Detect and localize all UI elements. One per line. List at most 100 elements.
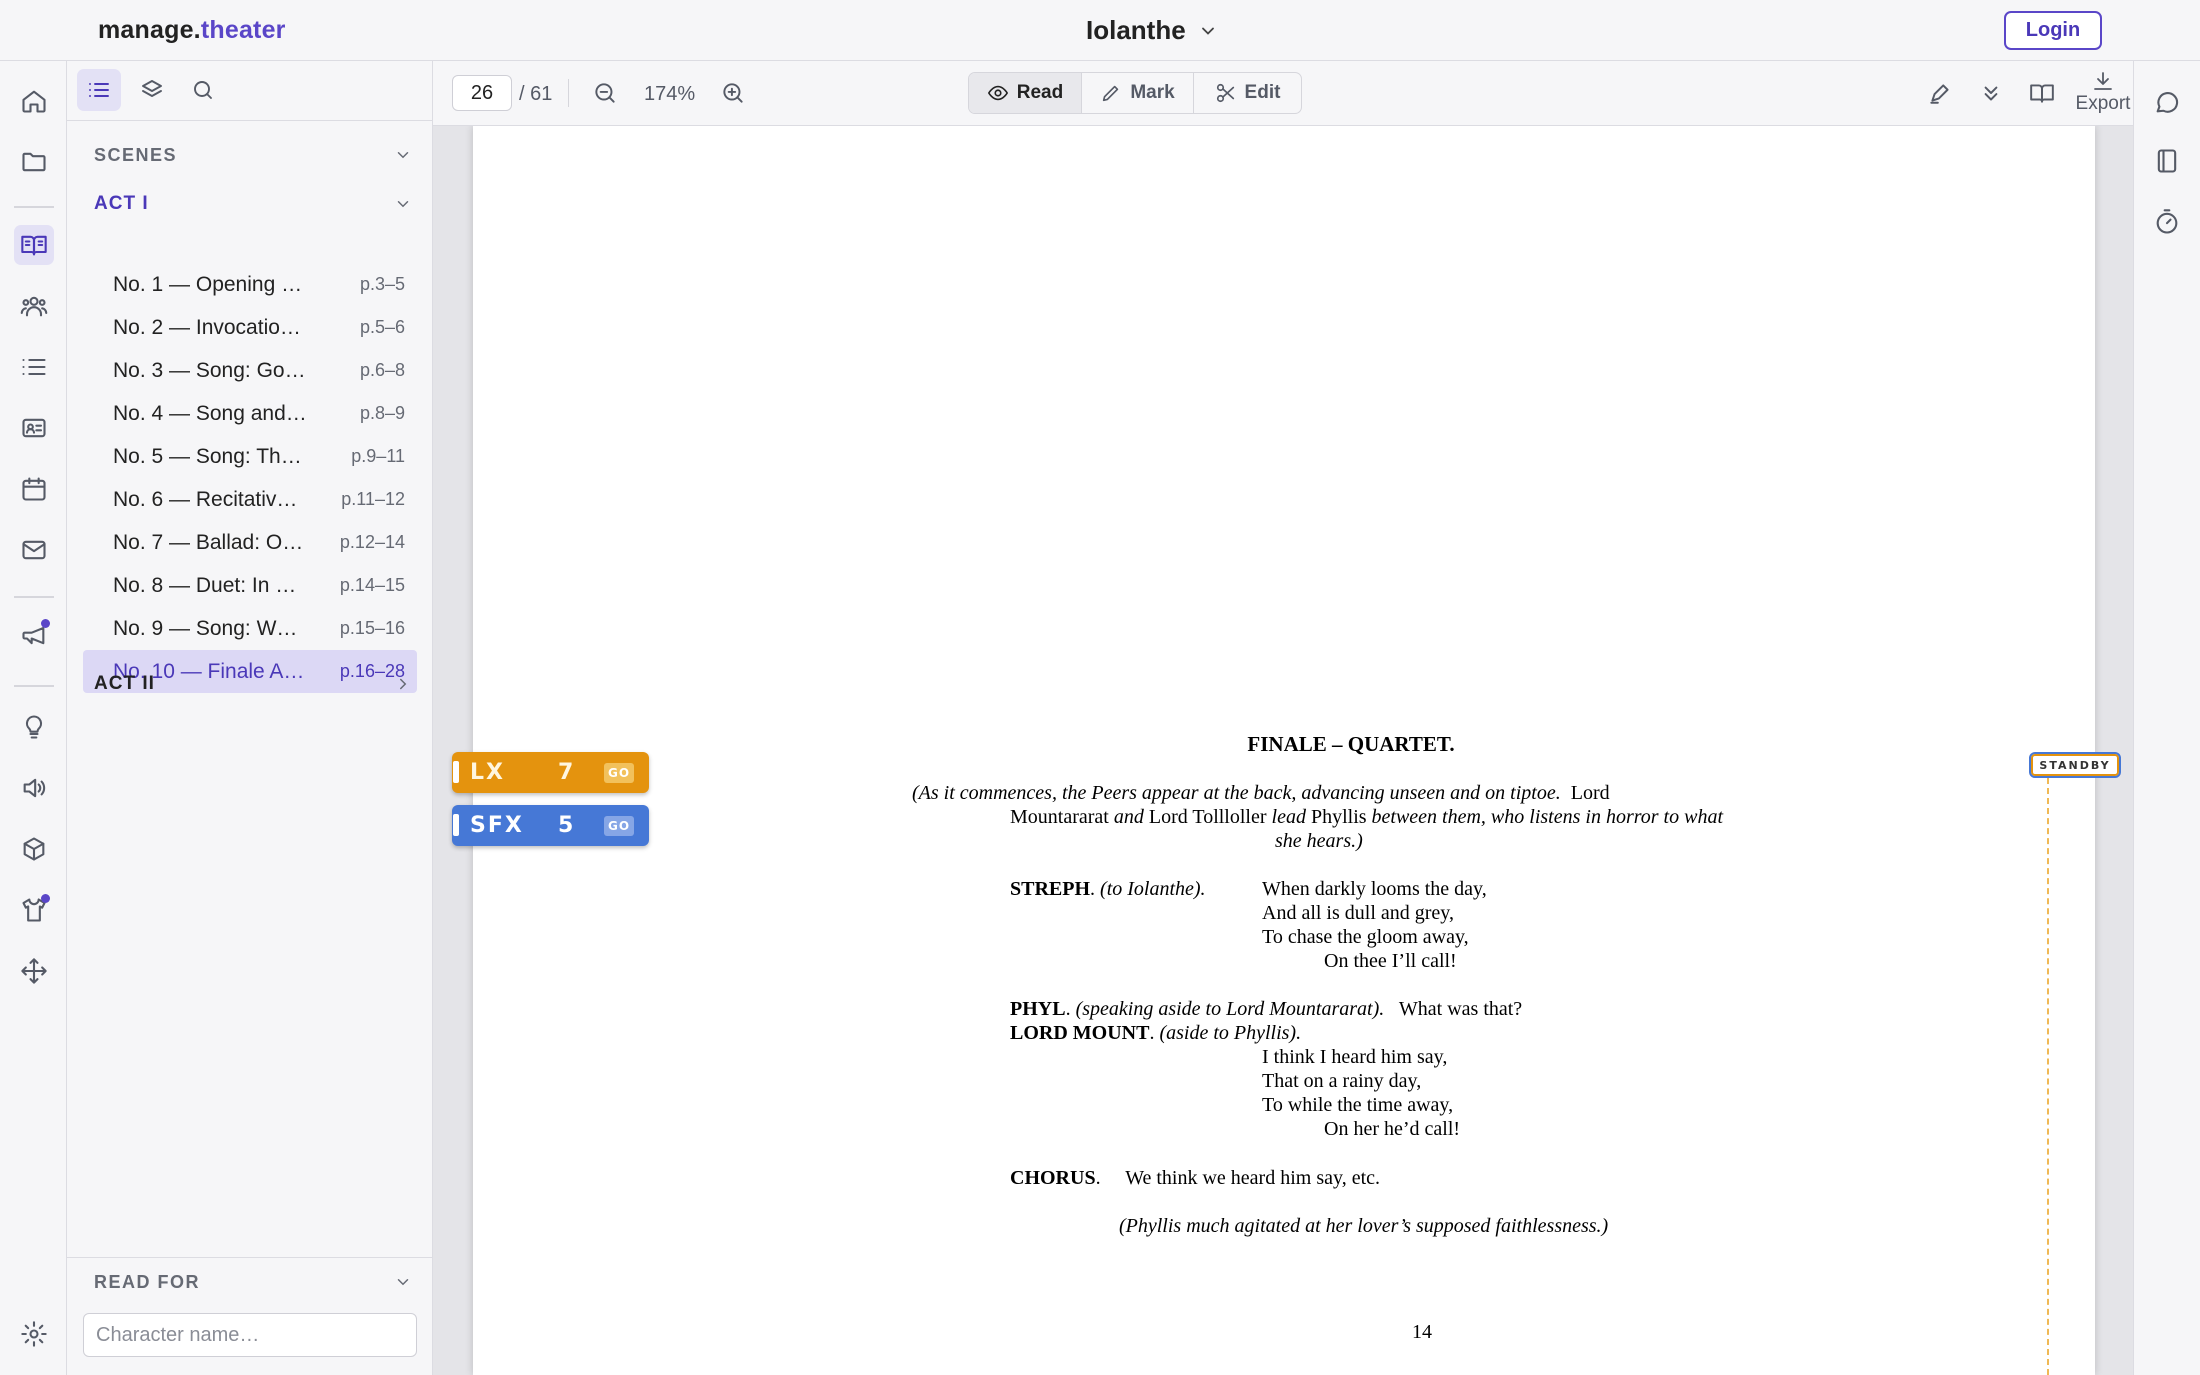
top-bar: manage.theater Iolanthe Login (0, 0, 2200, 61)
megaphone-icon[interactable] (14, 615, 54, 655)
scene-item[interactable]: No. 8 — Duet: In … p.14–15 (83, 564, 417, 607)
lyric-line: That on a rainy day, (1262, 1070, 1422, 1092)
highlighter-button[interactable] (1924, 77, 1956, 109)
box-icon[interactable] (14, 829, 54, 869)
scene-item[interactable]: No. 3 — Song: Go… p.6–8 (83, 349, 417, 392)
scene-item[interactable]: No. 9 — Song: W… p.15–16 (83, 607, 417, 650)
book-view-button[interactable] (2026, 77, 2058, 109)
chevron-right-icon (400, 678, 407, 690)
search-button[interactable] (181, 69, 225, 111)
mode-switcher: Read Mark Edit (968, 72, 1302, 114)
pencil-icon (1103, 85, 1119, 102)
lyric-line: On thee I’ll call! (1324, 950, 1457, 972)
right-rail (2133, 61, 2200, 1375)
zoom-level: 174% (644, 83, 696, 105)
zoom-out-button[interactable] (589, 77, 621, 109)
search-icon (194, 81, 212, 99)
list-icon (89, 83, 109, 97)
chevrons-down-icon (1984, 86, 1998, 101)
scene-item[interactable]: No. 4 — Song and… p.8–9 (83, 392, 417, 435)
speaker-icon[interactable] (14, 768, 54, 808)
document-viewport[interactable]: FINALE – QUARTET. (As it commences, the … (433, 126, 2133, 1375)
notebook-icon[interactable] (2147, 141, 2187, 181)
notification-dot (41, 619, 50, 628)
lyric-line: And all is dull and grey, (1262, 902, 1455, 924)
act-header-act-ii[interactable]: ACT II (94, 669, 412, 699)
stage-direction: she hears.) (1275, 830, 1363, 852)
layers-icon (142, 80, 162, 97)
scene-item[interactable]: No. 1 — Opening … p.3–5 (83, 263, 417, 306)
lyric-line: To chase the gloom away, (1262, 926, 1469, 948)
read-for-header[interactable]: READ FOR (94, 1267, 412, 1297)
layers-view-button[interactable] (130, 69, 174, 111)
edit-mode-button[interactable]: Edit (1194, 73, 1301, 113)
scene-item[interactable]: No. 6 — Recitativ… p.11–12 (83, 478, 417, 521)
lyric-line: To while the time away, (1262, 1094, 1454, 1116)
scissors-icon (1216, 83, 1234, 103)
chevron-down-icon (397, 152, 409, 159)
rail-divider (14, 206, 54, 208)
shirt-icon[interactable] (14, 890, 54, 930)
left-nav-rail (0, 61, 67, 1375)
login-button[interactable]: Login (2004, 11, 2102, 50)
notification-dot (41, 894, 50, 903)
book-open-icon[interactable] (14, 225, 54, 265)
id-card-icon[interactable] (14, 408, 54, 448)
brand-logo[interactable]: manage.theater (98, 16, 286, 45)
scenes-sidebar: SCENES ACT I No. 1 — Opening … p.3–5 No. … (67, 61, 433, 1375)
cue-handle[interactable] (453, 814, 459, 836)
lyric-line: When darkly looms the day, (1262, 878, 1487, 900)
page-number-input[interactable] (452, 75, 512, 111)
folder-icon[interactable] (14, 142, 54, 182)
calendar-icon[interactable] (14, 469, 54, 509)
export-button[interactable]: Export (2073, 69, 2133, 121)
chevron-down-icon (397, 201, 409, 208)
scenes-section-header[interactable]: SCENES (94, 140, 412, 170)
rail-divider (14, 596, 54, 598)
comment-icon[interactable] (2147, 82, 2187, 122)
go-button[interactable]: GO (604, 815, 634, 836)
stage-direction: (Phyllis much agitated at her lover’s su… (1119, 1215, 1609, 1237)
zoom-in-button[interactable] (717, 77, 749, 109)
go-button[interactable]: GO (604, 762, 634, 783)
script-page: FINALE – QUARTET. (As it commences, the … (473, 126, 2095, 1375)
chevron-down-icon (1201, 27, 1214, 35)
lyric-line: I think I heard him say, (1262, 1046, 1448, 1068)
zoom-out-icon (595, 83, 615, 103)
lighting-cue-tag[interactable]: LX 7 GO (452, 752, 649, 793)
stopwatch-icon[interactable] (2147, 202, 2187, 242)
stage-direction: (As it commences, the Peers appear at th… (912, 782, 1610, 804)
users-icon[interactable] (14, 286, 54, 326)
standby-guide-line (2047, 778, 2049, 1375)
mail-icon[interactable] (14, 530, 54, 570)
gear-icon[interactable] (14, 1314, 54, 1354)
read-mode-button[interactable]: Read (969, 73, 1082, 113)
rail-divider (14, 685, 54, 687)
move-icon[interactable] (14, 951, 54, 991)
character-cue: CHORUS. We think we heard him say, etc. (1010, 1167, 1381, 1189)
cue-handle[interactable] (453, 761, 459, 783)
outline-view-button[interactable] (77, 69, 121, 111)
home-icon[interactable] (14, 81, 54, 121)
scene-item[interactable]: No. 2 — Invocatio… p.5–6 (83, 306, 417, 349)
character-cue: STREPH. (to Iolanthe). (1010, 878, 1206, 900)
mark-mode-button[interactable]: Mark (1082, 73, 1194, 113)
collapse-all-button[interactable] (1975, 77, 2007, 109)
script-content: FINALE – QUARTET. (As it commences, the … (473, 126, 2095, 1375)
document-title-dropdown[interactable]: Iolanthe (1086, 15, 1218, 46)
document-title: Iolanthe (1086, 15, 1186, 45)
toolbar-divider (568, 79, 569, 107)
chevron-down-icon (397, 1279, 409, 1286)
standby-marker[interactable]: STANDBY (2029, 752, 2121, 778)
lightbulb-icon[interactable] (14, 707, 54, 747)
scene-item[interactable]: No. 7 — Ballad: O… p.12–14 (83, 521, 417, 564)
zoom-in-icon (723, 83, 743, 103)
act-header-act-i[interactable]: ACT I (94, 189, 412, 219)
character-name-input[interactable] (83, 1313, 417, 1357)
download-icon (2094, 72, 2112, 90)
sound-cue-tag[interactable]: SFX 5 GO (452, 805, 649, 846)
scene-item[interactable]: No. 5 — Song: Th… p.9–11 (83, 435, 417, 478)
list-icon[interactable] (14, 347, 54, 387)
document-toolbar: / 61 174% Read Mark Edit Export (433, 61, 2133, 126)
character-cue: PHYL. (speaking aside to Lord Mountarara… (1010, 998, 1523, 1020)
